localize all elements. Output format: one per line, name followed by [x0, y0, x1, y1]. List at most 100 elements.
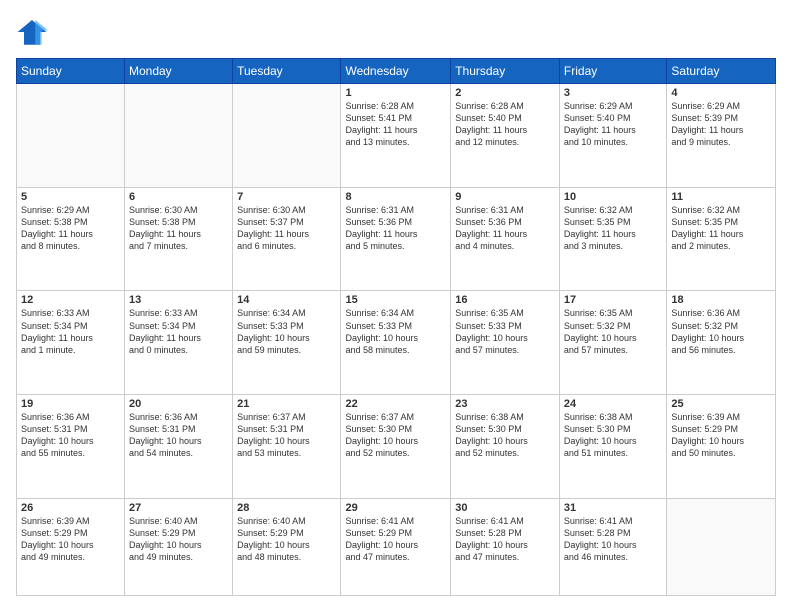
- cell-content: Sunrise: 6:28 AM Sunset: 5:41 PM Dayligh…: [345, 100, 446, 149]
- header: [16, 16, 776, 48]
- calendar-cell: 2Sunrise: 6:28 AM Sunset: 5:40 PM Daylig…: [451, 84, 560, 188]
- day-number: 11: [671, 191, 771, 203]
- cell-content: Sunrise: 6:40 AM Sunset: 5:29 PM Dayligh…: [237, 515, 336, 564]
- cell-content: Sunrise: 6:39 AM Sunset: 5:29 PM Dayligh…: [21, 515, 120, 564]
- cell-content: Sunrise: 6:29 AM Sunset: 5:40 PM Dayligh…: [564, 100, 663, 149]
- cell-content: Sunrise: 6:31 AM Sunset: 5:36 PM Dayligh…: [345, 204, 446, 253]
- day-number: 30: [455, 502, 555, 514]
- calendar-cell: [124, 84, 232, 188]
- day-number: 4: [671, 87, 771, 99]
- weekday-header-tuesday: Tuesday: [233, 59, 341, 84]
- calendar-cell: [233, 84, 341, 188]
- cell-content: Sunrise: 6:36 AM Sunset: 5:32 PM Dayligh…: [671, 307, 771, 356]
- day-number: 6: [129, 191, 228, 203]
- calendar-cell: 22Sunrise: 6:37 AM Sunset: 5:30 PM Dayli…: [341, 395, 451, 499]
- calendar-cell: 8Sunrise: 6:31 AM Sunset: 5:36 PM Daylig…: [341, 187, 451, 291]
- weekday-header-friday: Friday: [559, 59, 667, 84]
- calendar-cell: 20Sunrise: 6:36 AM Sunset: 5:31 PM Dayli…: [124, 395, 232, 499]
- cell-content: Sunrise: 6:33 AM Sunset: 5:34 PM Dayligh…: [129, 307, 228, 356]
- weekday-header-thursday: Thursday: [451, 59, 560, 84]
- calendar-cell: 16Sunrise: 6:35 AM Sunset: 5:33 PM Dayli…: [451, 291, 560, 395]
- day-number: 7: [237, 191, 336, 203]
- day-number: 18: [671, 294, 771, 306]
- day-number: 3: [564, 87, 663, 99]
- day-number: 19: [21, 398, 120, 410]
- calendar-table: SundayMondayTuesdayWednesdayThursdayFrid…: [16, 58, 776, 596]
- calendar-cell: 23Sunrise: 6:38 AM Sunset: 5:30 PM Dayli…: [451, 395, 560, 499]
- cell-content: Sunrise: 6:40 AM Sunset: 5:29 PM Dayligh…: [129, 515, 228, 564]
- logo-icon: [16, 16, 48, 48]
- cell-content: Sunrise: 6:36 AM Sunset: 5:31 PM Dayligh…: [21, 411, 120, 460]
- day-number: 13: [129, 294, 228, 306]
- day-number: 10: [564, 191, 663, 203]
- day-number: 31: [564, 502, 663, 514]
- day-number: 1: [345, 87, 446, 99]
- cell-content: Sunrise: 6:38 AM Sunset: 5:30 PM Dayligh…: [455, 411, 555, 460]
- day-number: 5: [21, 191, 120, 203]
- cell-content: Sunrise: 6:32 AM Sunset: 5:35 PM Dayligh…: [564, 204, 663, 253]
- cell-content: Sunrise: 6:38 AM Sunset: 5:30 PM Dayligh…: [564, 411, 663, 460]
- calendar-cell: 13Sunrise: 6:33 AM Sunset: 5:34 PM Dayli…: [124, 291, 232, 395]
- day-number: 25: [671, 398, 771, 410]
- day-number: 20: [129, 398, 228, 410]
- cell-content: Sunrise: 6:34 AM Sunset: 5:33 PM Dayligh…: [237, 307, 336, 356]
- day-number: 22: [345, 398, 446, 410]
- weekday-header-sunday: Sunday: [17, 59, 125, 84]
- logo: [16, 16, 52, 48]
- calendar-cell: 19Sunrise: 6:36 AM Sunset: 5:31 PM Dayli…: [17, 395, 125, 499]
- cell-content: Sunrise: 6:29 AM Sunset: 5:39 PM Dayligh…: [671, 100, 771, 149]
- calendar-cell: 18Sunrise: 6:36 AM Sunset: 5:32 PM Dayli…: [667, 291, 776, 395]
- week-row-1: 5Sunrise: 6:29 AM Sunset: 5:38 PM Daylig…: [17, 187, 776, 291]
- calendar-cell: 28Sunrise: 6:40 AM Sunset: 5:29 PM Dayli…: [233, 498, 341, 595]
- calendar-cell: 11Sunrise: 6:32 AM Sunset: 5:35 PM Dayli…: [667, 187, 776, 291]
- calendar-cell: [667, 498, 776, 595]
- calendar-cell: 12Sunrise: 6:33 AM Sunset: 5:34 PM Dayli…: [17, 291, 125, 395]
- day-number: 27: [129, 502, 228, 514]
- cell-content: Sunrise: 6:41 AM Sunset: 5:29 PM Dayligh…: [345, 515, 446, 564]
- calendar-cell: 17Sunrise: 6:35 AM Sunset: 5:32 PM Dayli…: [559, 291, 667, 395]
- day-number: 23: [455, 398, 555, 410]
- cell-content: Sunrise: 6:39 AM Sunset: 5:29 PM Dayligh…: [671, 411, 771, 460]
- day-number: 2: [455, 87, 555, 99]
- cell-content: Sunrise: 6:30 AM Sunset: 5:37 PM Dayligh…: [237, 204, 336, 253]
- day-number: 16: [455, 294, 555, 306]
- calendar-cell: 26Sunrise: 6:39 AM Sunset: 5:29 PM Dayli…: [17, 498, 125, 595]
- cell-content: Sunrise: 6:29 AM Sunset: 5:38 PM Dayligh…: [21, 204, 120, 253]
- day-number: 21: [237, 398, 336, 410]
- calendar-cell: 14Sunrise: 6:34 AM Sunset: 5:33 PM Dayli…: [233, 291, 341, 395]
- weekday-header-saturday: Saturday: [667, 59, 776, 84]
- cell-content: Sunrise: 6:41 AM Sunset: 5:28 PM Dayligh…: [564, 515, 663, 564]
- weekday-header-monday: Monday: [124, 59, 232, 84]
- day-number: 8: [345, 191, 446, 203]
- cell-content: Sunrise: 6:28 AM Sunset: 5:40 PM Dayligh…: [455, 100, 555, 149]
- calendar-cell: 29Sunrise: 6:41 AM Sunset: 5:29 PM Dayli…: [341, 498, 451, 595]
- cell-content: Sunrise: 6:35 AM Sunset: 5:32 PM Dayligh…: [564, 307, 663, 356]
- cell-content: Sunrise: 6:31 AM Sunset: 5:36 PM Dayligh…: [455, 204, 555, 253]
- calendar-cell: 7Sunrise: 6:30 AM Sunset: 5:37 PM Daylig…: [233, 187, 341, 291]
- calendar-cell: 15Sunrise: 6:34 AM Sunset: 5:33 PM Dayli…: [341, 291, 451, 395]
- cell-content: Sunrise: 6:30 AM Sunset: 5:38 PM Dayligh…: [129, 204, 228, 253]
- day-number: 26: [21, 502, 120, 514]
- day-number: 12: [21, 294, 120, 306]
- cell-content: Sunrise: 6:33 AM Sunset: 5:34 PM Dayligh…: [21, 307, 120, 356]
- weekday-header-wednesday: Wednesday: [341, 59, 451, 84]
- calendar-cell: 9Sunrise: 6:31 AM Sunset: 5:36 PM Daylig…: [451, 187, 560, 291]
- week-row-2: 12Sunrise: 6:33 AM Sunset: 5:34 PM Dayli…: [17, 291, 776, 395]
- calendar-cell: 25Sunrise: 6:39 AM Sunset: 5:29 PM Dayli…: [667, 395, 776, 499]
- weekday-header-row: SundayMondayTuesdayWednesdayThursdayFrid…: [17, 59, 776, 84]
- calendar-cell: 5Sunrise: 6:29 AM Sunset: 5:38 PM Daylig…: [17, 187, 125, 291]
- cell-content: Sunrise: 6:34 AM Sunset: 5:33 PM Dayligh…: [345, 307, 446, 356]
- calendar-cell: [17, 84, 125, 188]
- calendar-cell: 3Sunrise: 6:29 AM Sunset: 5:40 PM Daylig…: [559, 84, 667, 188]
- day-number: 24: [564, 398, 663, 410]
- cell-content: Sunrise: 6:41 AM Sunset: 5:28 PM Dayligh…: [455, 515, 555, 564]
- day-number: 9: [455, 191, 555, 203]
- day-number: 15: [345, 294, 446, 306]
- cell-content: Sunrise: 6:35 AM Sunset: 5:33 PM Dayligh…: [455, 307, 555, 356]
- cell-content: Sunrise: 6:37 AM Sunset: 5:30 PM Dayligh…: [345, 411, 446, 460]
- calendar-cell: 4Sunrise: 6:29 AM Sunset: 5:39 PM Daylig…: [667, 84, 776, 188]
- calendar-cell: 10Sunrise: 6:32 AM Sunset: 5:35 PM Dayli…: [559, 187, 667, 291]
- cell-content: Sunrise: 6:32 AM Sunset: 5:35 PM Dayligh…: [671, 204, 771, 253]
- calendar-cell: 31Sunrise: 6:41 AM Sunset: 5:28 PM Dayli…: [559, 498, 667, 595]
- calendar-cell: 6Sunrise: 6:30 AM Sunset: 5:38 PM Daylig…: [124, 187, 232, 291]
